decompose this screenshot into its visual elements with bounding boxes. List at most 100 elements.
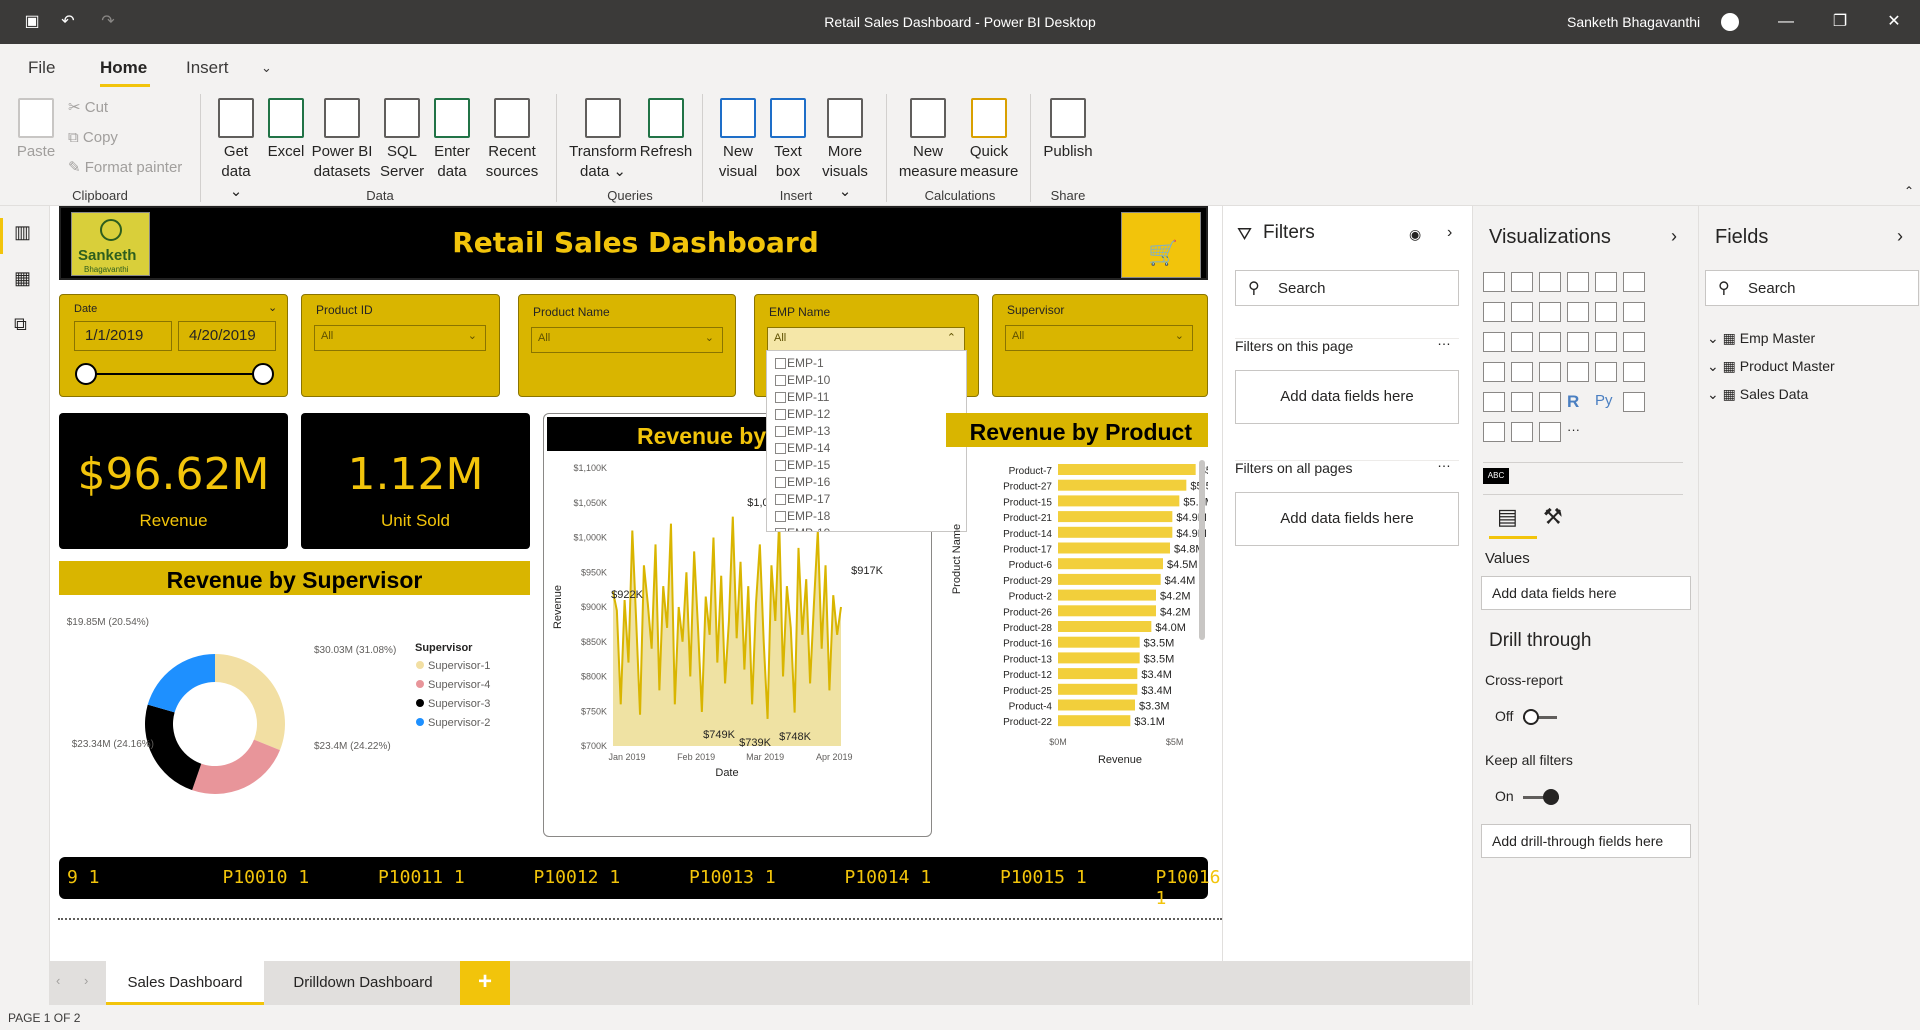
cut-button[interactable]: ✂ Cut bbox=[68, 98, 108, 118]
line-column-icon[interactable] bbox=[1567, 302, 1589, 322]
clustered-column-icon[interactable] bbox=[1567, 272, 1589, 292]
sql-server-button[interactable]: SQL Server bbox=[380, 98, 424, 182]
100-column-icon[interactable] bbox=[1623, 272, 1645, 292]
filters-search-input[interactable]: ⚲ Search bbox=[1235, 270, 1459, 306]
tab-home[interactable]: Home bbox=[100, 58, 147, 78]
model-view-icon[interactable]: ⧉ bbox=[14, 314, 27, 335]
globe-icon[interactable] bbox=[1511, 422, 1533, 442]
filter-drop-zone-all[interactable]: Add data fields here bbox=[1235, 492, 1459, 546]
r-visual-icon[interactable]: R bbox=[1567, 392, 1589, 412]
pie-icon[interactable] bbox=[1567, 332, 1589, 352]
scatter-icon[interactable] bbox=[1539, 332, 1561, 352]
custom-visual-icon[interactable]: ABC bbox=[1483, 468, 1509, 484]
get-data-button[interactable]: Get data ⌄ bbox=[214, 98, 258, 202]
100-bar-icon[interactable] bbox=[1595, 272, 1617, 292]
kpi-icon[interactable] bbox=[1623, 362, 1645, 382]
quick-measure-button[interactable]: Quick measure bbox=[960, 98, 1018, 182]
card-icon[interactable] bbox=[1567, 362, 1589, 382]
treemap-icon[interactable] bbox=[1623, 332, 1645, 352]
chevron-down-icon[interactable]: ⌄ bbox=[1707, 330, 1723, 346]
stacked-column-icon[interactable] bbox=[1511, 272, 1533, 292]
enter-data-button[interactable]: Enter data bbox=[430, 98, 474, 182]
line-icon[interactable] bbox=[1483, 302, 1505, 322]
date-from-input[interactable]: 1/1/2019 bbox=[74, 321, 172, 351]
toggle-knob[interactable] bbox=[1523, 709, 1539, 725]
emp-list-item[interactable]: EMP-18 bbox=[775, 508, 958, 525]
matrix-icon[interactable] bbox=[1539, 392, 1561, 412]
product-name-slicer[interactable]: Product Name All ⌄ bbox=[518, 294, 736, 397]
date-to-input[interactable]: 4/20/2019 bbox=[178, 321, 276, 351]
more-visuals-button[interactable]: More visuals ⌄ bbox=[816, 98, 874, 202]
key-influencers-icon[interactable] bbox=[1623, 392, 1645, 412]
tab-file[interactable]: File bbox=[28, 58, 55, 78]
more-visuals-icon[interactable]: ··· bbox=[1567, 422, 1589, 442]
product-id-dropdown[interactable]: All ⌄ bbox=[314, 325, 486, 351]
copy-button[interactable]: ⧉ Copy bbox=[68, 128, 118, 148]
multi-row-card-icon[interactable] bbox=[1595, 362, 1617, 382]
emp-list-item[interactable]: EMP-12 bbox=[775, 406, 958, 423]
supervisor-dropdown[interactable]: All ⌄ bbox=[1005, 325, 1193, 351]
more-icon[interactable]: … bbox=[1437, 332, 1451, 348]
emp-list-item[interactable]: EMP-15 bbox=[775, 457, 958, 474]
home-button[interactable]: 🛒 bbox=[1121, 212, 1201, 278]
power-bi-datasets-button[interactable]: Power BI datasets bbox=[310, 98, 374, 182]
scrollbar[interactable] bbox=[1199, 460, 1205, 640]
drill-through-drop-zone[interactable]: Add drill-through fields here bbox=[1481, 824, 1691, 858]
donut-icon[interactable] bbox=[1595, 332, 1617, 352]
new-measure-button[interactable]: New measure bbox=[896, 98, 960, 182]
recent-sources-button[interactable]: Recent sources bbox=[484, 98, 540, 182]
field-table-item[interactable]: ⌄ ▦ Emp Master bbox=[1707, 330, 1907, 347]
close-icon[interactable]: ✕ bbox=[1884, 12, 1904, 32]
emp-dropdown-list[interactable]: EMP-1 EMP-10 EMP-11 EMP-12 EMP-13 EMP-14 EMP-1… bbox=[766, 350, 967, 532]
minimize-icon[interactable]: — bbox=[1776, 12, 1796, 32]
chevron-right-icon[interactable]: › bbox=[84, 973, 88, 988]
emp-list-item[interactable]: EMP-14 bbox=[775, 440, 958, 457]
chevron-right-icon[interactable]: › bbox=[1671, 226, 1677, 247]
range-handle-end[interactable] bbox=[252, 363, 274, 385]
chevron-down-icon[interactable]: ⌄ bbox=[268, 301, 277, 314]
publish-button[interactable]: Publish bbox=[1040, 98, 1096, 162]
stacked-bar-icon[interactable] bbox=[1483, 272, 1505, 292]
chevron-right-icon[interactable]: › bbox=[1447, 224, 1452, 242]
page-tab-drilldown[interactable]: Drilldown Dashboard bbox=[268, 961, 458, 1005]
emp-list-item[interactable]: EMP-13 bbox=[775, 423, 958, 440]
table-icon[interactable] bbox=[1511, 392, 1533, 412]
tab-insert[interactable]: Insert bbox=[186, 58, 229, 78]
paste-button[interactable]: Paste bbox=[14, 98, 58, 162]
more-icon[interactable]: … bbox=[1437, 454, 1451, 470]
avatar[interactable] bbox=[1721, 13, 1739, 31]
text-box-button[interactable]: Text box bbox=[766, 98, 810, 182]
toggle-knob[interactable] bbox=[1543, 789, 1559, 805]
chevron-left-icon[interactable]: ‹ bbox=[56, 973, 60, 988]
format-painter-button[interactable]: ✎ Format painter bbox=[68, 158, 182, 178]
new-visual-button[interactable]: New visual bbox=[716, 98, 760, 182]
fields-search-input[interactable]: ⚲ Search bbox=[1705, 270, 1919, 306]
eye-icon[interactable]: ◉ bbox=[1409, 226, 1421, 243]
range-handle-start[interactable] bbox=[75, 363, 97, 385]
product-name-dropdown[interactable]: All ⌄ bbox=[531, 327, 723, 353]
emp-list-item[interactable]: EMP-17 bbox=[775, 491, 958, 508]
chevron-right-icon[interactable]: › bbox=[1897, 226, 1903, 247]
report-view-icon[interactable]: ▥ bbox=[14, 222, 31, 243]
date-slicer[interactable]: Date ⌄ 1/1/2019 4/20/2019 bbox=[59, 294, 288, 397]
fields-well-icon[interactable]: ▤ bbox=[1497, 504, 1518, 530]
field-table-item[interactable]: ⌄ ▦ Product Master bbox=[1707, 358, 1907, 375]
values-drop-zone[interactable]: Add data fields here bbox=[1481, 576, 1691, 610]
chevron-down-icon[interactable]: ⌄ bbox=[1707, 386, 1723, 402]
area-icon[interactable] bbox=[1511, 302, 1533, 322]
field-table-item[interactable]: ⌄ ▦ Sales Data bbox=[1707, 386, 1907, 403]
gauge-icon[interactable] bbox=[1539, 362, 1561, 382]
emp-list-item[interactable]: EMP-10 bbox=[775, 372, 958, 389]
stacked-area-icon[interactable] bbox=[1539, 302, 1561, 322]
filter-drop-zone-page[interactable]: Add data fields here bbox=[1235, 370, 1459, 424]
filled-map-icon[interactable] bbox=[1511, 362, 1533, 382]
decomposition-icon[interactable] bbox=[1483, 422, 1505, 442]
chevron-down-icon[interactable]: ⌄ bbox=[1707, 358, 1723, 374]
supervisor-slicer[interactable]: Supervisor All ⌄ bbox=[992, 294, 1208, 397]
collapse-ribbon-icon[interactable]: ⌃ bbox=[1904, 184, 1914, 198]
clustered-bar-icon[interactable] bbox=[1539, 272, 1561, 292]
page-tab-sales[interactable]: Sales Dashboard bbox=[106, 961, 264, 1005]
chevron-down-icon[interactable]: ⌄ bbox=[261, 60, 272, 76]
map-icon[interactable] bbox=[1483, 362, 1505, 382]
ribbon-icon[interactable] bbox=[1623, 302, 1645, 322]
